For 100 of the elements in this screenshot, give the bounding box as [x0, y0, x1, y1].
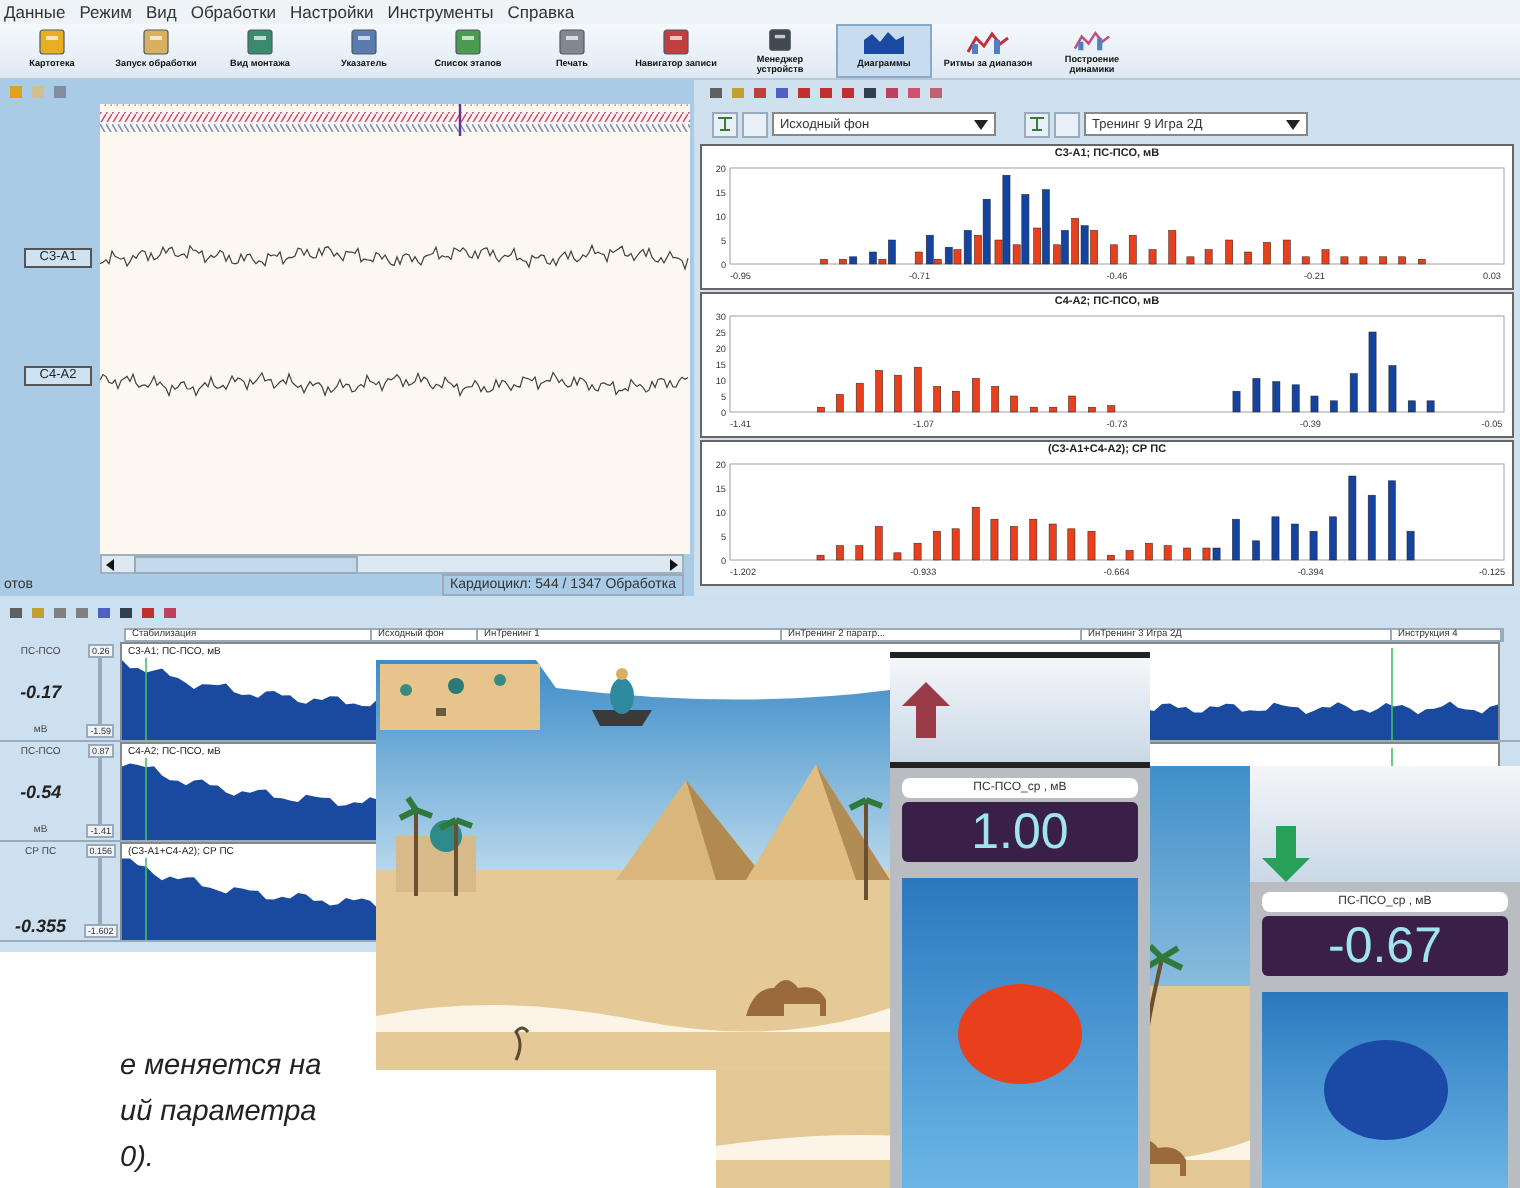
- histogram-bar: [1067, 528, 1076, 561]
- color-swatch-button[interactable]: [742, 111, 768, 137]
- histogram-bar: [1252, 540, 1260, 561]
- histogram-bar: [971, 506, 980, 561]
- histogram-bar: [1168, 230, 1177, 265]
- histogram-bar: [1398, 256, 1406, 265]
- scale-track: [98, 858, 103, 924]
- histogram-bar: [1225, 239, 1233, 265]
- histogram-bar: [1232, 518, 1240, 561]
- histogram-bar: [1232, 390, 1241, 413]
- histogram-bar: [1329, 516, 1337, 561]
- histogram-bar: [855, 382, 864, 413]
- histogram-bar: [1359, 256, 1368, 265]
- histogram-bar: [1107, 405, 1116, 413]
- histogram-bar: [1367, 494, 1376, 561]
- histogram-bar: [933, 386, 941, 413]
- histogram-bar: [1309, 530, 1318, 561]
- histogram-bar: [1291, 523, 1299, 561]
- histogram-bar: [952, 390, 960, 413]
- filter-button[interactable]: [712, 111, 738, 137]
- histogram-bar: [1087, 530, 1096, 561]
- histogram-bar: [1125, 550, 1134, 561]
- histogram-bar: [1186, 256, 1195, 265]
- histogram-bar: [1282, 239, 1291, 265]
- histogram-bar: [1145, 542, 1153, 561]
- histogram-bar: [1148, 249, 1157, 265]
- histogram-bar: [1183, 547, 1191, 561]
- histogram-bar: [1388, 480, 1396, 561]
- histogram-bar: [1204, 249, 1213, 265]
- histogram-bar: [1301, 256, 1310, 265]
- meter-value: -0.17: [20, 681, 62, 701]
- scale-track: [98, 758, 103, 824]
- histogram-bar: [1107, 554, 1115, 561]
- histogram-bar: [1388, 365, 1397, 413]
- caret-icon: [1286, 119, 1300, 129]
- color-swatch-button[interactable]: [1054, 111, 1080, 137]
- histogram-bar: [1068, 395, 1076, 413]
- histogram-bar: [820, 258, 828, 265]
- histogram-bar: [913, 366, 922, 413]
- histogram-bar: [1244, 251, 1252, 265]
- menu-item[interactable]: Обработки: [190, 0, 277, 24]
- caret-icon: [974, 119, 988, 129]
- histogram-bar: [894, 374, 902, 413]
- histogram-bar: [1128, 234, 1137, 265]
- histogram-bar: [990, 518, 999, 561]
- bar-chart-icon: [966, 28, 1010, 56]
- histogram-bar: [1010, 526, 1018, 561]
- histogram-bar: [1340, 256, 1349, 265]
- histogram-bar: [1030, 406, 1038, 413]
- histogram-bar: [1310, 395, 1319, 413]
- menu-item[interactable]: Режим: [79, 0, 132, 24]
- up-arrow-icon: [902, 682, 950, 738]
- histogram-bar: [1348, 475, 1357, 561]
- horizontal-scrollbar[interactable]: [100, 554, 684, 574]
- document-paragraph: е меняется на ий параметра 0).: [120, 1048, 324, 1178]
- histogram-bar: [1029, 518, 1038, 561]
- histogram-bar: [1272, 381, 1281, 413]
- histogram-bar: [1426, 400, 1435, 413]
- menu-item[interactable]: Настройки: [290, 0, 374, 24]
- histogram-bar: [1271, 516, 1280, 561]
- histogram-bar: [1349, 373, 1358, 413]
- histogram-bar: [874, 526, 883, 561]
- line-chart-icon: [1070, 28, 1114, 52]
- down-arrow-icon: [1262, 826, 1310, 882]
- parameter-value: -0.67: [1262, 916, 1508, 976]
- histogram-bar: [1330, 400, 1338, 413]
- histogram-bar: [1418, 258, 1426, 265]
- histogram-bar: [1049, 406, 1058, 413]
- histogram-bar: [1321, 249, 1330, 265]
- histogram-bar: [972, 378, 980, 413]
- histogram-bar: [1048, 523, 1057, 561]
- meter-value: -0.355: [15, 916, 67, 936]
- histogram-bar: [875, 370, 883, 413]
- menu-item[interactable]: Справка: [507, 0, 575, 24]
- histogram-bar: [1406, 530, 1415, 561]
- filter-button[interactable]: [1024, 111, 1050, 137]
- meter-value: -0.54: [20, 781, 62, 801]
- histogram-bar: [1088, 406, 1096, 413]
- wave-chart-icon: [862, 28, 906, 56]
- menu-item[interactable]: Инструменты: [387, 0, 494, 24]
- histogram-bar: [913, 542, 922, 561]
- histogram-bar: [1291, 384, 1300, 413]
- histogram-bar: [991, 386, 1000, 413]
- histogram-bar: [893, 552, 902, 561]
- menu-item[interactable]: Данные: [4, 0, 66, 24]
- histogram-bar: [817, 406, 825, 413]
- histogram-bar: [855, 545, 864, 561]
- histogram-bar: [836, 394, 844, 413]
- histogram-bar: [1163, 545, 1172, 561]
- histogram-bar: [1368, 331, 1377, 413]
- histogram-bar: [1379, 256, 1387, 265]
- histogram-bar: [1407, 400, 1416, 413]
- menu-item[interactable]: Вид: [145, 0, 177, 24]
- histogram-bar: [951, 528, 960, 561]
- histogram-bar: [836, 545, 844, 561]
- scale-track: [98, 658, 103, 724]
- histogram-bar: [1252, 378, 1261, 413]
- histogram-bar: [1010, 395, 1018, 413]
- parameter-value: 1.00: [902, 802, 1138, 862]
- histogram-bar: [1263, 242, 1271, 265]
